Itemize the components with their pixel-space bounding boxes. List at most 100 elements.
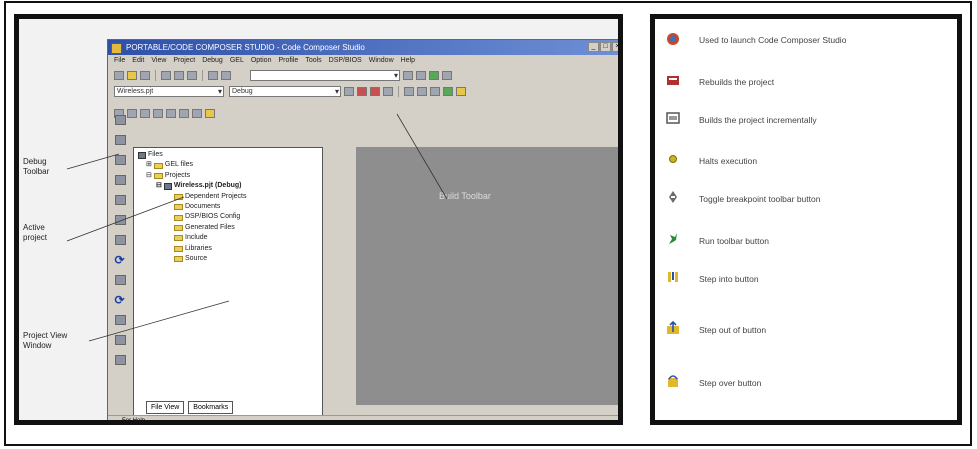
tree-node-gel[interactable]: ⊞ GEL files — [138, 160, 246, 170]
menu-profile[interactable]: Profile — [278, 55, 298, 67]
callout-active-project: Active project — [23, 223, 48, 242]
run-free-icon[interactable] — [114, 275, 126, 285]
toggle-breakpoint-icon[interactable] — [404, 86, 414, 96]
toggle-breakpoint-icon — [665, 189, 681, 205]
stop-build-icon[interactable] — [383, 86, 393, 96]
tree-node-projects[interactable]: ⊟ Projects — [138, 171, 246, 181]
window-controls: _ □ × — [588, 42, 618, 52]
menu-tools[interactable]: Tools — [305, 55, 321, 67]
menu-debug[interactable]: Debug — [202, 55, 223, 67]
rebuild-all-icon[interactable] — [370, 86, 380, 96]
breakpoint-icon[interactable] — [114, 335, 126, 345]
legend-text: Used to launch Code Composer Studio — [699, 35, 847, 45]
undo-icon[interactable] — [208, 70, 218, 80]
tree-folder[interactable]: Dependent Projects — [138, 192, 246, 202]
legend-item — [665, 151, 681, 167]
menu-dspbios[interactable]: DSP/BIOS — [329, 55, 362, 67]
open-folder-icon[interactable] — [127, 70, 137, 80]
minimize-button[interactable]: _ — [588, 42, 599, 52]
rebuild-icon — [665, 72, 681, 88]
tab-bookmarks[interactable]: Bookmarks — [188, 401, 234, 414]
ide-window: PORTABLE/CODE COMPOSER STUDIO - Code Com… — [107, 39, 618, 420]
tree-folder[interactable]: Documents — [138, 202, 246, 212]
legend-item — [665, 31, 681, 47]
help-icon[interactable] — [442, 70, 452, 80]
folder-icon — [174, 193, 183, 200]
tree-node-root[interactable]: Files — [138, 150, 246, 160]
maximize-button[interactable]: □ — [600, 42, 611, 52]
new-file-icon[interactable] — [114, 70, 124, 80]
find-icon[interactable] — [403, 70, 413, 80]
menu-option[interactable]: Option — [251, 55, 272, 67]
cut-icon[interactable] — [161, 70, 171, 80]
project-view-window: Files ⊞ GEL files ⊟ Projects ⊟ Wireless.pjt… — [133, 147, 323, 419]
run-icon[interactable]: ⟳ — [115, 254, 126, 266]
folder-icon — [174, 225, 183, 232]
callout-build-toolbar: Build Toolbar — [439, 191, 491, 201]
disassembly-icon[interactable] — [153, 108, 163, 118]
folder-icon — [153, 162, 163, 169]
folder-icon — [174, 204, 183, 211]
step-over-icon[interactable] — [114, 135, 126, 145]
callout-debug-toolbar: Debug Toolbar — [23, 157, 50, 176]
folder-icon — [174, 214, 183, 221]
build-incremental-icon — [665, 110, 681, 126]
mixed-mode-icon[interactable] — [192, 108, 202, 118]
probe-icon[interactable] — [114, 355, 126, 365]
variables-icon[interactable] — [179, 108, 189, 118]
bookmark-icon[interactable] — [429, 70, 439, 80]
tab-file-view[interactable]: File View — [146, 401, 185, 414]
tree-folder[interactable]: Libraries — [138, 244, 246, 254]
compile-file-icon[interactable] — [344, 86, 354, 96]
tree-folder[interactable]: Include — [138, 233, 246, 243]
menu-window[interactable]: Window — [369, 55, 394, 67]
save-icon[interactable] — [140, 70, 150, 80]
graph-icon[interactable] — [443, 86, 453, 96]
incremental-build-icon[interactable] — [357, 86, 367, 96]
editor-area[interactable] — [356, 147, 618, 405]
redo-icon[interactable] — [221, 70, 231, 80]
folder-icon — [174, 235, 183, 242]
legend-text: Toggle breakpoint toolbar button — [699, 194, 821, 204]
legend-text: Halts execution — [699, 156, 758, 166]
project-select[interactable]: Wireless.pjt — [114, 85, 224, 97]
menu-file[interactable]: File — [114, 55, 125, 67]
graph-window-icon[interactable] — [205, 108, 215, 118]
menu-help[interactable]: Help — [401, 55, 415, 67]
close-button[interactable]: × — [612, 42, 618, 52]
menu-gel[interactable]: GEL — [230, 55, 244, 67]
stack-icon[interactable] — [166, 108, 176, 118]
halt-icon[interactable] — [114, 215, 126, 225]
debug-toolbar-row — [108, 105, 618, 121]
set-pc-icon[interactable] — [114, 195, 126, 205]
search-combo[interactable] — [250, 69, 400, 81]
menu-view[interactable]: View — [151, 55, 166, 67]
remove-breakpoints-icon[interactable] — [417, 86, 427, 96]
legend-item — [665, 269, 681, 285]
registers-icon[interactable] — [140, 108, 150, 118]
toolbar-legend-panel: Used to launch Code Composer Studio Rebu… — [650, 14, 962, 425]
multiple-operation-icon[interactable] — [114, 315, 126, 325]
legend-item — [665, 110, 681, 126]
menu-project[interactable]: Project — [173, 55, 195, 67]
tree-folder[interactable]: Generated Files — [138, 223, 246, 233]
tree-folder[interactable]: Source — [138, 254, 246, 264]
configuration-select[interactable]: Debug — [229, 85, 341, 97]
step-into-icon[interactable] — [114, 115, 126, 125]
toggle-probe-icon[interactable] — [430, 86, 440, 96]
animate-icon[interactable] — [456, 86, 466, 96]
animate-icon[interactable] — [114, 235, 126, 245]
run-to-cursor-icon[interactable] — [114, 175, 126, 185]
paste-icon[interactable] — [187, 70, 197, 80]
standard-toolbar — [108, 67, 618, 83]
tree-folder[interactable]: DSP/BIOS Config — [138, 212, 246, 222]
find-next-icon[interactable] — [416, 70, 426, 80]
run-icon[interactable]: ⟳ — [115, 294, 126, 306]
tree-node-active-project[interactable]: ⊟ Wireless.pjt (Debug) — [138, 181, 246, 191]
copy-icon[interactable] — [174, 70, 184, 80]
step-out-icon[interactable] — [114, 155, 126, 165]
project-pane-tabs: File View Bookmarks — [146, 401, 234, 414]
legend-text: Step over button — [699, 378, 762, 388]
menu-edit[interactable]: Edit — [132, 55, 144, 67]
legend-text: Builds the project incrementally — [699, 115, 817, 125]
